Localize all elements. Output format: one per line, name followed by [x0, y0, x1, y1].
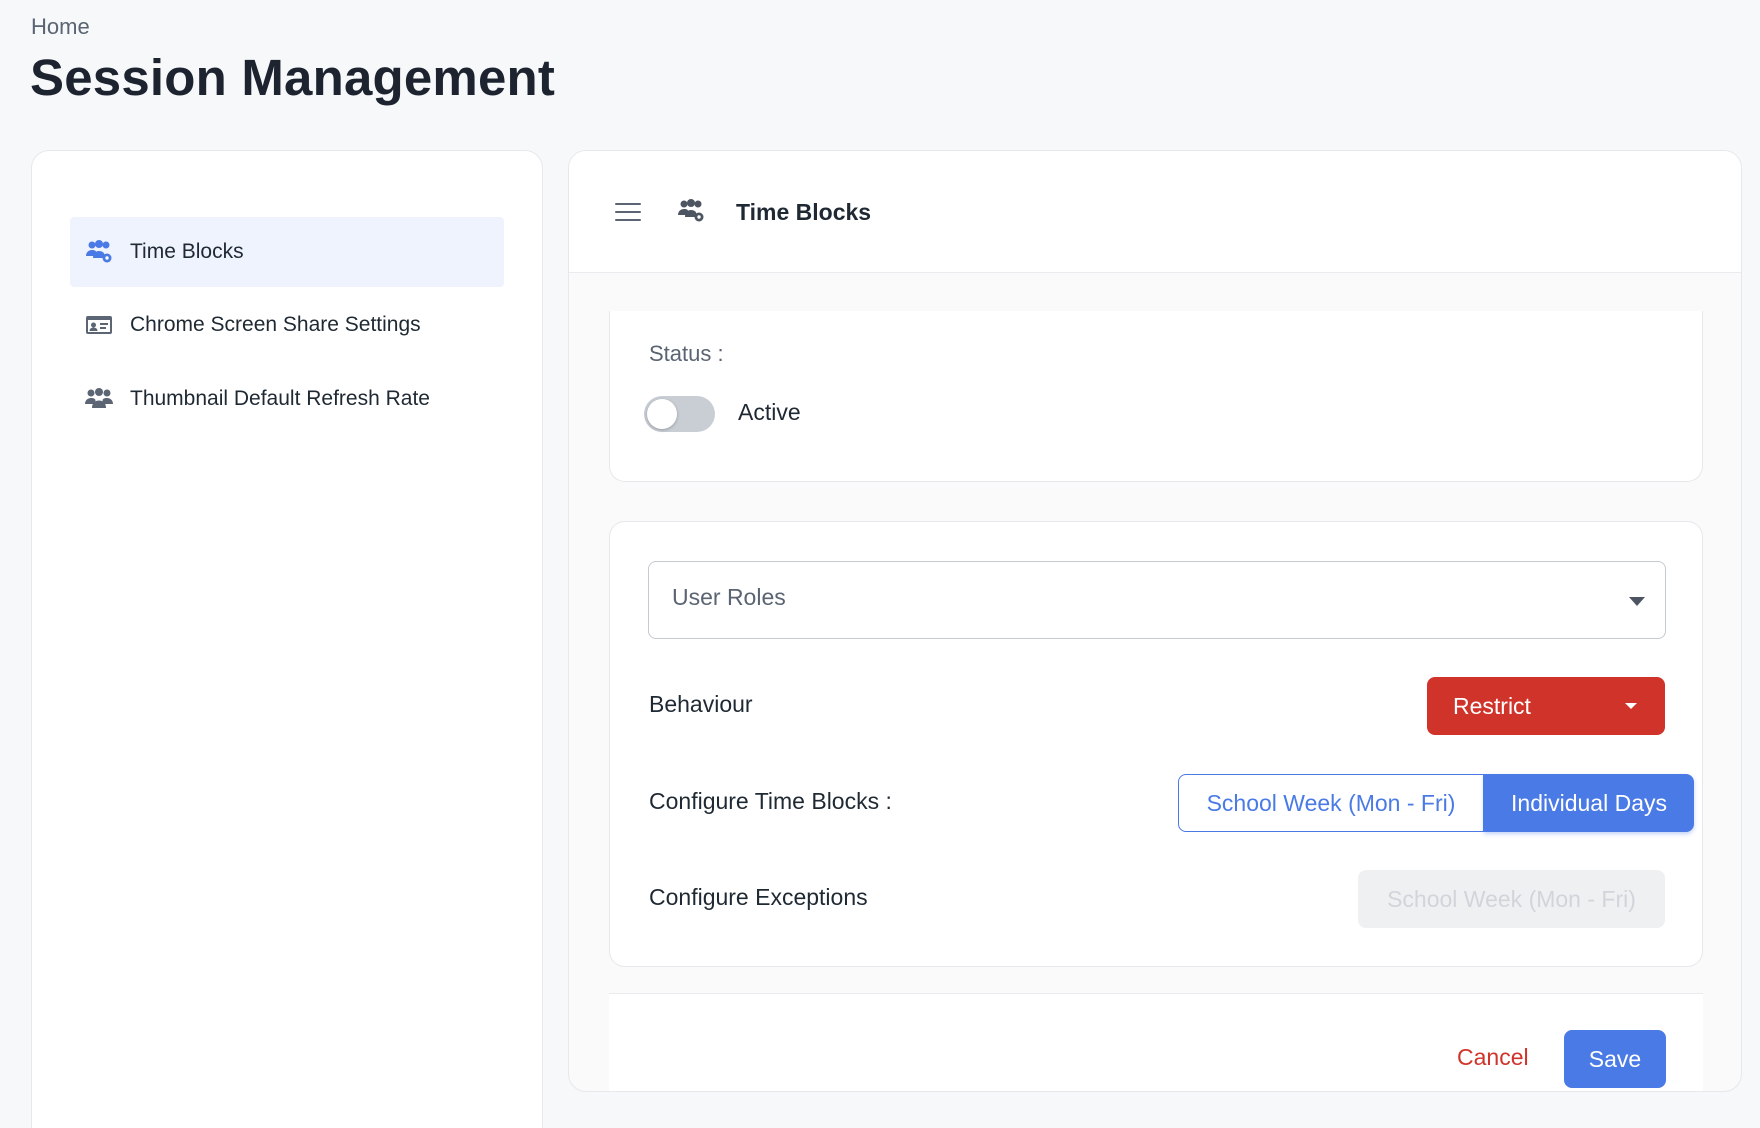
save-button[interactable]: Save	[1564, 1030, 1666, 1088]
sidebar-item-label: Time Blocks	[130, 240, 244, 263]
page: Home Session Management Time Blocks Chro…	[0, 0, 1760, 1128]
cancel-button[interactable]: Cancel	[1457, 1044, 1529, 1071]
form-footer: Cancel Save	[609, 993, 1703, 1091]
sidebar: Time Blocks Chrome Screen Share Settings	[31, 150, 543, 1128]
chevron-down-icon	[1629, 597, 1645, 606]
exceptions-school-week-button: School Week (Mon - Fri)	[1358, 870, 1665, 928]
breadcrumb[interactable]: Home	[31, 14, 90, 40]
users-icon	[84, 384, 114, 414]
users-gear-icon	[677, 199, 707, 229]
sidebar-item-label: Thumbnail Default Refresh Rate	[130, 387, 430, 410]
status-card: Status : Active	[609, 311, 1703, 482]
toggle-label: Active	[738, 399, 801, 425]
status-toggle[interactable]	[644, 396, 715, 432]
hamburger-icon[interactable]	[615, 203, 641, 223]
behaviour-label: Behaviour	[649, 691, 753, 717]
time-blocks-label: Configure Time Blocks :	[649, 788, 892, 814]
section-title: Time Blocks	[736, 199, 872, 225]
sidebar-item-thumbnail-refresh-rate[interactable]: Thumbnail Default Refresh Rate	[70, 364, 504, 434]
caret-down-icon	[1625, 703, 1637, 709]
school-week-button[interactable]: School Week (Mon - Fri)	[1178, 774, 1484, 832]
individual-days-button[interactable]: Individual Days	[1484, 774, 1694, 832]
page-title: Session Management	[30, 49, 556, 106]
main-panel: Time Blocks Status : Active User Roles B…	[568, 150, 1742, 1092]
behaviour-dropdown[interactable]: Restrict	[1427, 677, 1665, 735]
toggle-knob	[647, 399, 677, 429]
user-roles-select[interactable]: User Roles	[648, 561, 1666, 639]
time-blocks-toggle-group: School Week (Mon - Fri) Individual Days	[1178, 774, 1694, 832]
id-card-icon	[84, 310, 114, 340]
main-header: Time Blocks	[569, 151, 1741, 273]
users-gear-icon	[84, 237, 114, 267]
exceptions-label: Configure Exceptions	[649, 884, 868, 910]
sidebar-item-chrome-screen-share[interactable]: Chrome Screen Share Settings	[70, 290, 504, 360]
sidebar-item-label: Chrome Screen Share Settings	[130, 313, 421, 336]
status-label: Status :	[649, 341, 724, 366]
config-card: User Roles Behaviour Restrict Configure …	[609, 521, 1703, 967]
behaviour-value: Restrict	[1453, 692, 1531, 719]
sidebar-item-time-blocks[interactable]: Time Blocks	[70, 217, 504, 287]
user-roles-placeholder: User Roles	[672, 584, 786, 610]
